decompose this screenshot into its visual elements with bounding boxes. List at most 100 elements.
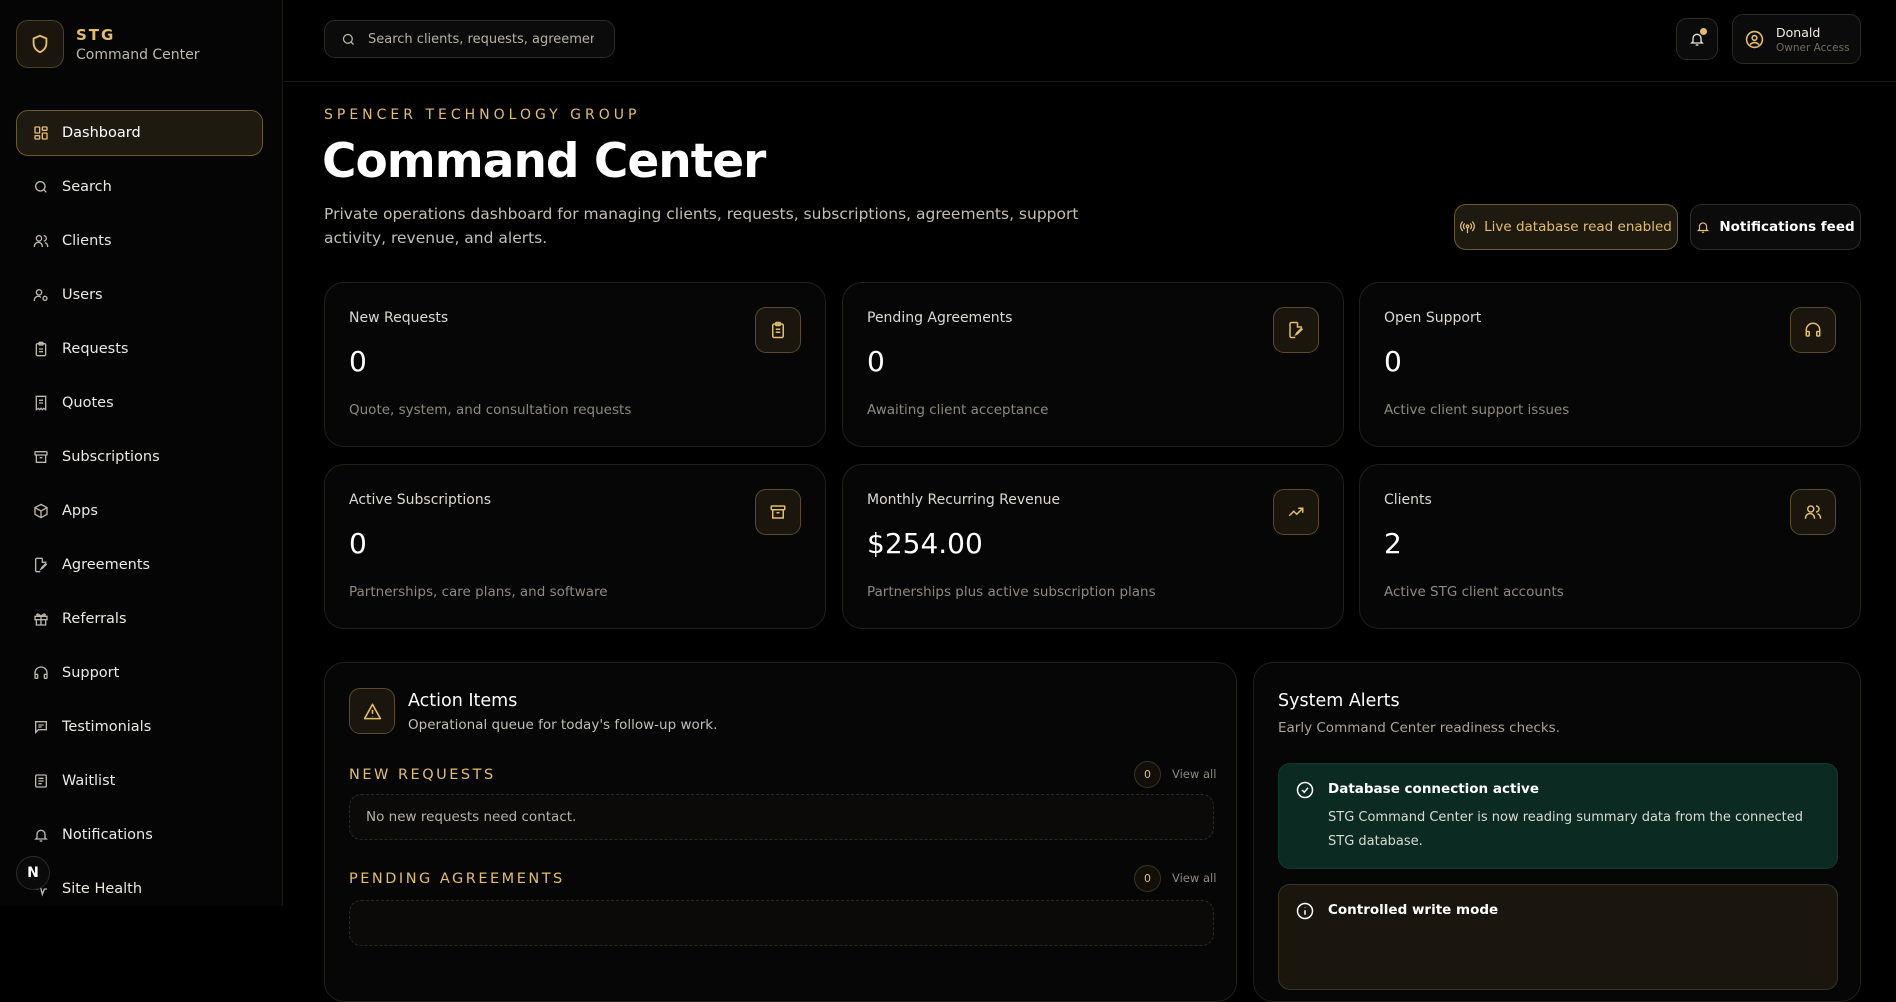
topbar: Donald Owner Access [284, 0, 1896, 82]
sidebar-item-label: Support [62, 665, 120, 681]
user-circle-icon [1745, 30, 1764, 49]
sidebar-item-label: Site Health [62, 881, 143, 897]
bell-icon [1696, 220, 1719, 234]
info-circle-icon [1296, 902, 1314, 924]
file-signature-icon [1273, 307, 1319, 353]
notifications-feed-button[interactable]: Notifications feed [1690, 204, 1861, 250]
stat-subtext: Partnerships, care plans, and software [349, 584, 608, 600]
search-input[interactable] [366, 30, 596, 48]
sidebar-item-notifications[interactable]: Notifications [16, 812, 263, 858]
sidebar-item-subscriptions[interactable]: Subscriptions [16, 434, 263, 480]
new-requests-heading: NEW REQUESTS [349, 767, 496, 783]
stat-subtext: Active STG client accounts [1384, 584, 1564, 600]
sidebar-item-requests[interactable]: Requests [16, 326, 263, 372]
sidebar-item-label: Quotes [62, 395, 114, 411]
stat-card-open-support[interactable]: Open Support 0 Active client support iss… [1359, 282, 1861, 447]
user-role: Owner Access [1776, 41, 1850, 54]
stat-subtext: Awaiting client acceptance [867, 402, 1049, 418]
users-icon [1790, 489, 1836, 535]
stat-card-clients[interactable]: Clients 2 Active STG client accounts [1359, 464, 1861, 629]
gift-icon [33, 611, 49, 627]
sidebar-item-users[interactable]: Users [16, 272, 263, 318]
alert-title: Controlled write mode [1328, 902, 1499, 918]
sidebar-item-testimonials[interactable]: Testimonials [16, 704, 263, 750]
clipboard-icon [33, 341, 49, 357]
stat-value: 0 [1384, 345, 1402, 378]
page-title: Command Center [322, 134, 766, 189]
brand[interactable]: STG Command Center [16, 20, 200, 68]
headset-icon [33, 665, 49, 681]
pending-agreements-count: 0 [1134, 865, 1161, 892]
pending-agreements-row [349, 900, 1214, 946]
sidebar-item-clients[interactable]: Clients [16, 218, 263, 264]
n-badge[interactable]: N [16, 856, 50, 890]
sidebar-item-label: Referrals [62, 611, 127, 627]
pending-agreements-view-all-link[interactable]: View all [1172, 871, 1216, 885]
notification-dot [1700, 28, 1707, 35]
sidebar-item-label: Waitlist [62, 773, 116, 789]
sidebar-item-quotes[interactable]: Quotes [16, 380, 263, 426]
archive-icon [33, 449, 49, 465]
brand-subtitle: Command Center [76, 46, 200, 63]
check-circle-icon [1296, 781, 1314, 803]
action-items-subtitle: Operational queue for today's follow-up … [408, 717, 718, 733]
archive-box-icon [755, 489, 801, 535]
user-menu-button[interactable]: Donald Owner Access [1732, 14, 1861, 64]
sidebar-item-label: Clients [62, 233, 112, 249]
sidebar-item-apps[interactable]: Apps [16, 488, 263, 534]
radio-tower-icon [1460, 220, 1484, 235]
sidebar-item-agreements[interactable]: Agreements [16, 542, 263, 588]
stat-label: Open Support [1384, 310, 1482, 326]
stat-subtext: Quote, system, and consultation requests [349, 402, 632, 418]
action-items-title: Action Items [408, 691, 518, 711]
sidebar-item-label: Agreements [62, 557, 151, 573]
stat-label: Pending Agreements [867, 310, 1013, 326]
search-box[interactable] [324, 20, 615, 58]
sidebar: STG Command Center Dashboard Search Clie… [0, 0, 283, 906]
search-icon [33, 179, 49, 195]
new-requests-count: 0 [1134, 761, 1161, 788]
sidebar-item-dashboard[interactable]: Dashboard [16, 110, 263, 156]
search-icon [341, 32, 356, 47]
stat-card-active-subscriptions[interactable]: Active Subscriptions 0 Partnerships, car… [324, 464, 826, 629]
inbox-list-icon [33, 773, 49, 789]
stat-card-pending-agreements[interactable]: Pending Agreements 0 Awaiting client acc… [842, 282, 1344, 447]
sidebar-item-label: Requests [62, 341, 129, 357]
new-requests-view-all-link[interactable]: View all [1172, 767, 1216, 781]
stat-value: 0 [867, 345, 885, 378]
sidebar-item-label: Notifications [62, 827, 153, 843]
sidebar-item-label: Testimonials [62, 719, 152, 735]
sidebar-item-search[interactable]: Search [16, 164, 263, 210]
bell-icon [33, 827, 49, 843]
alert-title: Database connection active [1328, 781, 1540, 797]
user-name: Donald [1776, 24, 1821, 40]
stat-value: 2 [1384, 527, 1402, 560]
stat-value: $254.00 [867, 527, 983, 560]
dashboard-icon [33, 125, 49, 141]
sidebar-item-support[interactable]: Support [16, 650, 263, 696]
stat-label: Clients [1384, 492, 1432, 508]
sidebar-item-referrals[interactable]: Referrals [16, 596, 263, 642]
message-square-icon [33, 719, 49, 735]
receipt-icon [33, 395, 49, 411]
trending-up-icon [1273, 489, 1319, 535]
live-database-label: Live database read enabled [1484, 219, 1672, 235]
new-requests-empty-state: No new requests need contact. [349, 794, 1214, 840]
user-cog-icon [33, 287, 49, 303]
live-database-button[interactable]: Live database read enabled [1454, 204, 1678, 250]
stat-card-monthly-recurring-revenue[interactable]: Monthly Recurring Revenue $254.00 Partne… [842, 464, 1344, 629]
stat-value: 0 [349, 527, 367, 560]
sidebar-item-site-health[interactable]: Site Health [16, 866, 263, 906]
sidebar-nav: Dashboard Search Clients Users Requests … [16, 110, 263, 906]
page-eyebrow: SPENCER TECHNOLOGY GROUP [324, 107, 641, 123]
sidebar-item-label: Search [62, 179, 112, 195]
notifications-button[interactable] [1676, 18, 1718, 60]
sidebar-item-waitlist[interactable]: Waitlist [16, 758, 263, 804]
stat-subtext: Active client support issues [1384, 402, 1570, 418]
stat-card-new-requests[interactable]: New Requests 0 Quote, system, and consul… [324, 282, 826, 447]
headphones-icon [1790, 307, 1836, 353]
stat-subtext: Partnerships plus active subscription pl… [867, 584, 1156, 600]
sidebar-item-label: Dashboard [62, 125, 141, 141]
notifications-feed-label: Notifications feed [1719, 219, 1855, 235]
file-pen-icon [33, 557, 49, 573]
